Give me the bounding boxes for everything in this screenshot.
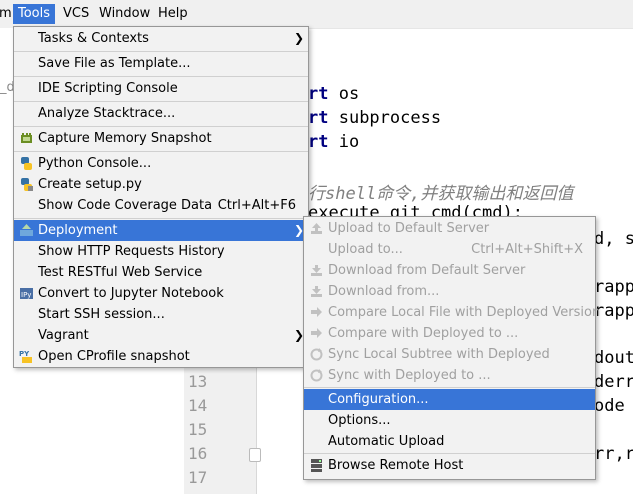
download-icon (309, 263, 324, 278)
menu-item-compare-local[interactable]: Compare Local File with Deployed Version (304, 302, 600, 323)
line-number: 17 (188, 468, 208, 487)
jupyter-icon: IPy (19, 286, 34, 301)
menu-window[interactable]: Window (94, 4, 155, 24)
tools-menu: Tasks & Contexts ❯ Save File as Template… (13, 26, 309, 368)
submenu-arrow-icon: ❯ (293, 31, 304, 45)
line-number: 13 (188, 372, 208, 391)
menu-separator (14, 151, 308, 152)
line-number: 15 (188, 420, 208, 439)
fold-marker-icon[interactable] (249, 448, 261, 462)
code-line-import-subprocess: rt subprocess (308, 108, 442, 128)
compare-icon (309, 326, 324, 341)
line-number: 16 (188, 444, 208, 463)
sync-icon (309, 368, 324, 383)
menu-item-save-template[interactable]: Save File as Template... (14, 53, 308, 74)
menu-separator (304, 387, 595, 388)
menu-item-upload-to[interactable]: Upload to... Ctrl+Alt+Shift+X (304, 239, 595, 260)
menu-item-jupyter[interactable]: IPy Convert to Jupyter Notebook (14, 283, 308, 304)
menu-separator (14, 51, 308, 52)
code-fragment: d, s (594, 229, 633, 249)
menu-item-configuration[interactable]: Configuration... (304, 389, 595, 410)
svg-text:PY: PY (19, 350, 30, 358)
python-setup-icon (19, 177, 34, 192)
menu-item-sync-deployed[interactable]: Sync with Deployed to ... (304, 365, 595, 386)
python-icon (19, 156, 34, 171)
menu-item-tasks-contexts[interactable]: Tasks & Contexts ❯ (14, 28, 308, 49)
menu-item-cprofile[interactable]: PY Open CProfile snapshot (14, 346, 308, 367)
menu-item-python-console[interactable]: Python Console... (14, 153, 308, 174)
menu-item-restful[interactable]: Test RESTful Web Service (14, 262, 308, 283)
deployment-icon (19, 223, 34, 238)
menu-item-browse-remote-host[interactable]: Browse Remote Host (304, 455, 595, 476)
menu-item-download-from[interactable]: Download from... (304, 281, 595, 302)
svg-text:IPy: IPy (21, 291, 31, 299)
menu-item-vagrant[interactable]: Vagrant ❯ (14, 325, 308, 346)
menu-item-sync-subtree[interactable]: Sync Local Subtree with Deployed (304, 344, 595, 365)
sync-icon (309, 347, 324, 362)
menu-bar: m Tools VCS Window Help (0, 0, 633, 29)
menu-item-ssh[interactable]: Start SSH session... (14, 304, 308, 325)
menu-item-capture-memory[interactable]: Capture Memory Snapshot (14, 128, 308, 149)
menu-separator (14, 101, 308, 102)
code-line-import-os: rt os (308, 84, 360, 104)
menu-item-ide-scripting-console[interactable]: IDE Scripting Console (14, 78, 308, 99)
remote-host-icon (309, 458, 324, 473)
memory-snapshot-icon (19, 131, 34, 146)
menu-tools[interactable]: Tools (13, 4, 56, 24)
code-fragment: rapp (594, 277, 633, 297)
code-fragment: dout (594, 348, 633, 368)
menu-separator (14, 126, 308, 127)
menu-item-deployment[interactable]: Deployment ❯ (14, 220, 308, 241)
code-line-import-io: rt io (308, 132, 360, 152)
menu-separator (304, 453, 595, 454)
menu-separator (14, 218, 308, 219)
menu-item-code-coverage[interactable]: Show Code Coverage Data Ctrl+Alt+F6 (14, 195, 308, 216)
menu-item-compare-deployed[interactable]: Compare with Deployed to ... (304, 323, 595, 344)
deployment-submenu: Upload to Default Server Upload to... Ct… (303, 216, 600, 480)
code-fragment: ode (594, 396, 625, 416)
menu-item-create-setup[interactable]: Create setup.py (14, 174, 308, 195)
menu-item-options[interactable]: Options... (304, 410, 595, 431)
menu-vcs[interactable]: VCS (58, 4, 94, 24)
menu-item-analyze-stacktrace[interactable]: Analyze Stacktrace... (14, 103, 308, 124)
menu-item-download-default[interactable]: Download from Default Server (304, 260, 595, 281)
cprofile-icon: PY (19, 349, 34, 364)
menu-item-automatic-upload[interactable]: Automatic Upload (304, 431, 595, 452)
code-comment: 行shell命令,并获取输出和返回值 (308, 184, 574, 204)
download-icon (309, 284, 324, 299)
code-fragment: derr (594, 372, 633, 392)
project-panel-strip (0, 28, 14, 494)
menu-item-http-history[interactable]: Show HTTP Requests History (14, 241, 308, 262)
upload-icon (309, 221, 324, 236)
menu-help[interactable]: Help (153, 4, 193, 24)
compare-icon (309, 305, 324, 320)
line-number: 14 (188, 396, 208, 415)
menu-separator (14, 76, 308, 77)
menu-item-upload-default[interactable]: Upload to Default Server (304, 218, 595, 239)
code-fragment: rr,r (594, 444, 633, 464)
